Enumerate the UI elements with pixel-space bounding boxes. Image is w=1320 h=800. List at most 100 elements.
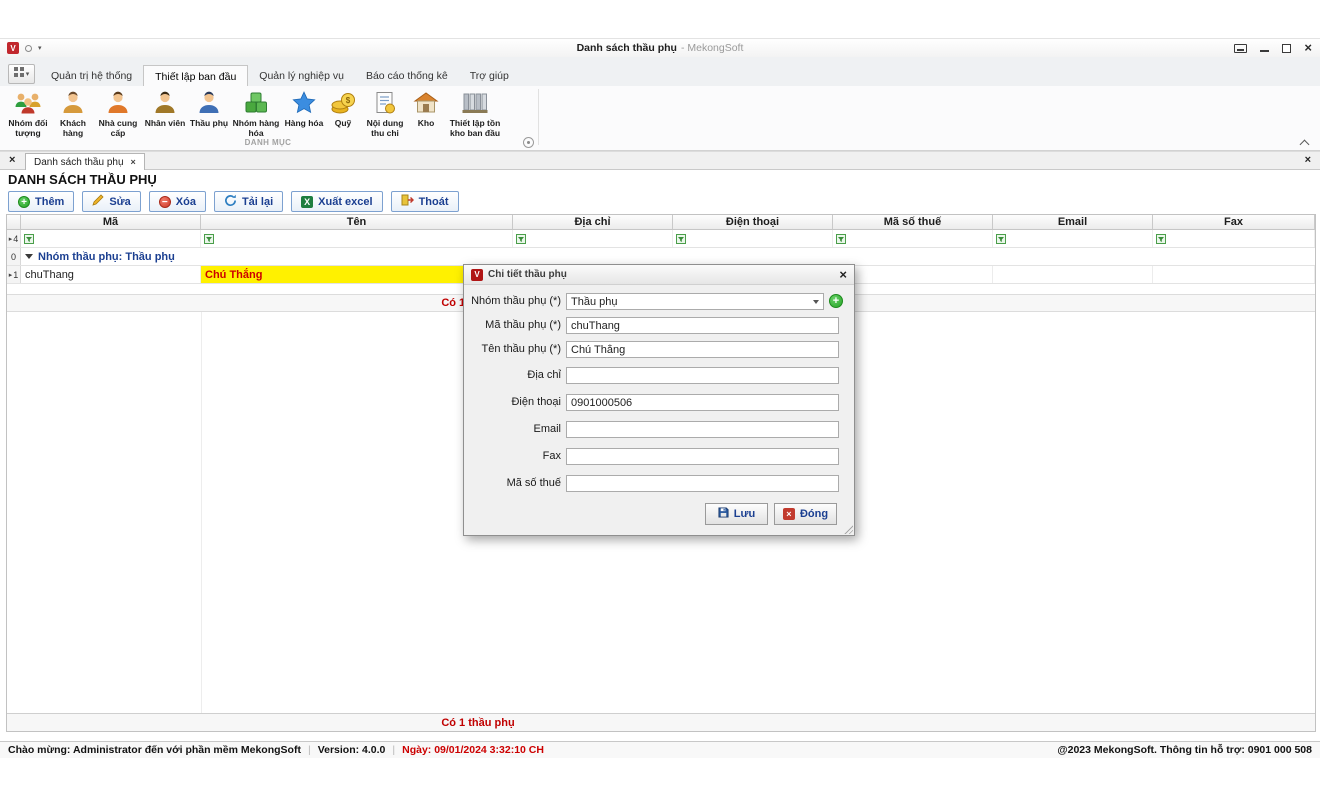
cell-fax[interactable] [1153, 266, 1315, 283]
status-separator: | [308, 744, 311, 756]
dialog-title: Chi tiết thầu phụ [488, 269, 567, 280]
filter-cell-ten[interactable] [201, 230, 513, 247]
group-row-label: Nhóm thầu phụ: Thầu phụ [38, 251, 175, 263]
ribbon-item-label: Thiết lập tồn kho ban đầu [443, 118, 507, 138]
close-document-icon[interactable]: × [1305, 154, 1311, 167]
fax-input[interactable] [566, 448, 839, 465]
minimize-button[interactable] [1260, 44, 1269, 53]
column-header-dia-chi[interactable]: Địa chỉ [513, 215, 673, 229]
ma-so-thue-input[interactable] [566, 475, 839, 492]
dia-chi-input[interactable] [566, 367, 839, 384]
ribbon-collapse-icon[interactable] [1300, 140, 1310, 150]
field-label-ma-so-thue: Mã số thuế [464, 475, 561, 492]
filter-cell-dien-thoai[interactable] [673, 230, 833, 247]
ribbon-item-nhan-vien[interactable]: Nhân viên [142, 88, 188, 129]
column-header-dien-thoai[interactable]: Điện thoại [673, 215, 833, 229]
product-icon [291, 89, 317, 117]
dialog-titlebar[interactable]: V Chi tiết thầu phụ × [464, 265, 854, 285]
ribbon-tab-bao-cao-thong-ke[interactable]: Báo cáo thống kê [355, 65, 459, 86]
field-label-nhom-thau-phu: Nhóm thầu phụ (*) [464, 293, 561, 310]
exit-icon [401, 194, 414, 209]
export-excel-button[interactable]: X Xuất excel [291, 191, 382, 212]
group-row-number: 0 [11, 252, 16, 262]
cell-ma[interactable]: chuThang [21, 266, 201, 283]
status-bar: Chào mừng: Administrator đến với phần mề… [0, 741, 1320, 758]
ribbon-body: Nhóm đối tượng Khách hàng [0, 86, 1320, 151]
ribbon-group-label: DANH MỤC [0, 138, 536, 147]
ribbon-item-thiet-lap-ton-kho[interactable]: Thiết lập tồn kho ban đầu [442, 88, 508, 139]
column-header-ma[interactable]: Mã [21, 215, 201, 229]
ribbon-item-label: Nhóm đối tượng [5, 118, 51, 138]
svg-text:$: $ [346, 96, 351, 105]
ribbon-tab-tro-giup[interactable]: Trợ giúp [459, 65, 520, 86]
reload-button-label: Tải lại [242, 196, 273, 208]
column-header-ma-so-thue[interactable]: Mã số thuế [833, 215, 993, 229]
excel-icon: X [301, 196, 313, 208]
ribbon-tab-quan-ly-nghiep-vu[interactable]: Quản lý nghiệp vụ [248, 65, 355, 86]
filter-icon [836, 234, 846, 244]
ribbon-item-noi-dung-thu-chi[interactable]: Nội dung thu chi [360, 88, 410, 139]
group-icon [13, 89, 43, 117]
ribbon-item-label: Nhân viên [145, 118, 186, 128]
document-tab-danh-sach-thau-phu[interactable]: Danh sách thầu phụ × [25, 153, 145, 170]
ribbon-item-thau-phu[interactable]: Thầu phụ [188, 88, 230, 129]
ribbon-group-danh-muc: Nhóm đối tượng Khách hàng [4, 88, 508, 139]
add-button[interactable]: + Thêm [8, 191, 74, 212]
edit-button[interactable]: Sửa [82, 191, 140, 212]
group-dialog-launcher-icon[interactable] [523, 137, 534, 148]
filter-cell-dia-chi[interactable] [513, 230, 673, 247]
filter-cell-fax[interactable] [1153, 230, 1315, 247]
ribbon-item-khach-hang[interactable]: Khách hàng [52, 88, 94, 139]
ribbon-item-hang-hoa[interactable]: Hàng hóa [282, 88, 326, 129]
filter-cell-email[interactable] [993, 230, 1153, 247]
email-input[interactable] [566, 421, 839, 438]
group-expand-icon[interactable] [25, 254, 33, 259]
dien-thoai-input[interactable] [566, 394, 839, 411]
ribbon-item-label: Hàng hóa [285, 118, 324, 128]
column-header-fax[interactable]: Fax [1153, 215, 1315, 229]
delete-button[interactable]: − Xóa [149, 191, 206, 212]
nhom-thau-phu-select[interactable]: Thầu phụ [566, 293, 824, 310]
ribbon-item-nha-cung-cap[interactable]: Nhà cung cấp [94, 88, 142, 139]
ribbon-item-nhom-hang-hoa[interactable]: Nhóm hàng hóa [230, 88, 282, 139]
grid-filter-row: ▸ 4 [7, 230, 1315, 248]
filter-cell-ma-so-thue[interactable] [833, 230, 993, 247]
close-tab-icon[interactable]: × [131, 157, 136, 167]
cell-ma-so-thue[interactable] [833, 266, 993, 283]
field-label-ma-thau-phu: Mã thầu phụ (*) [464, 317, 561, 334]
fund-icon: $ [330, 89, 356, 117]
grid-footer-row: Có 1 thầu phụ [7, 713, 1315, 731]
close-dialog-button[interactable]: × Đóng [774, 503, 837, 525]
ribbon-item-label: Thầu phụ [190, 118, 228, 128]
ribbon-tab-quan-tri-he-thong[interactable]: Quản trị hệ thống [40, 65, 143, 86]
edit-button-label: Sửa [109, 196, 130, 208]
exit-button[interactable]: Thoát [391, 191, 459, 212]
cell-email[interactable] [993, 266, 1153, 283]
chevron-down-icon[interactable] [813, 300, 819, 304]
application-window: V ▾ Danh sách thầu phụ - MekongSoft × ▾ … [0, 38, 1320, 757]
save-button[interactable]: Lưu [705, 503, 768, 525]
reload-button[interactable]: Tải lại [214, 191, 283, 212]
restore-button[interactable] [1282, 44, 1291, 53]
dialog-close-icon[interactable]: × [839, 269, 847, 281]
edit-icon [92, 194, 104, 209]
touch-keyboard-icon[interactable] [1234, 44, 1247, 53]
ribbon-item-nhom-doi-tuong[interactable]: Nhóm đối tượng [4, 88, 52, 139]
product-group-icon [243, 89, 269, 117]
close-window-button[interactable]: × [1304, 43, 1312, 53]
column-header-email[interactable]: Email [993, 215, 1153, 229]
resize-grip[interactable] [843, 524, 853, 534]
add-group-button[interactable]: + [829, 294, 843, 308]
ribbon-item-quy[interactable]: $ Quỹ [326, 88, 360, 129]
ribbon-item-kho[interactable]: Kho [410, 88, 442, 129]
ten-thau-phu-input[interactable] [566, 341, 839, 358]
filter-cell-ma[interactable] [21, 230, 201, 247]
status-date: Ngày: 09/01/2024 3:32:10 CH [402, 744, 544, 756]
status-copyright: @2023 MekongSoft. Thông tin hỗ trợ: 0901… [1057, 744, 1312, 756]
ribbon-tab-thiet-lap-ban-dau[interactable]: Thiết lập ban đầu [143, 65, 248, 87]
close-all-tabs-icon[interactable]: × [9, 154, 15, 167]
app-menu-button[interactable]: ▾ [8, 64, 35, 84]
document-tab-bar: × Danh sách thầu phụ × × [0, 151, 1320, 170]
column-header-ten[interactable]: Tên [201, 215, 513, 229]
ma-thau-phu-input[interactable] [566, 317, 839, 334]
